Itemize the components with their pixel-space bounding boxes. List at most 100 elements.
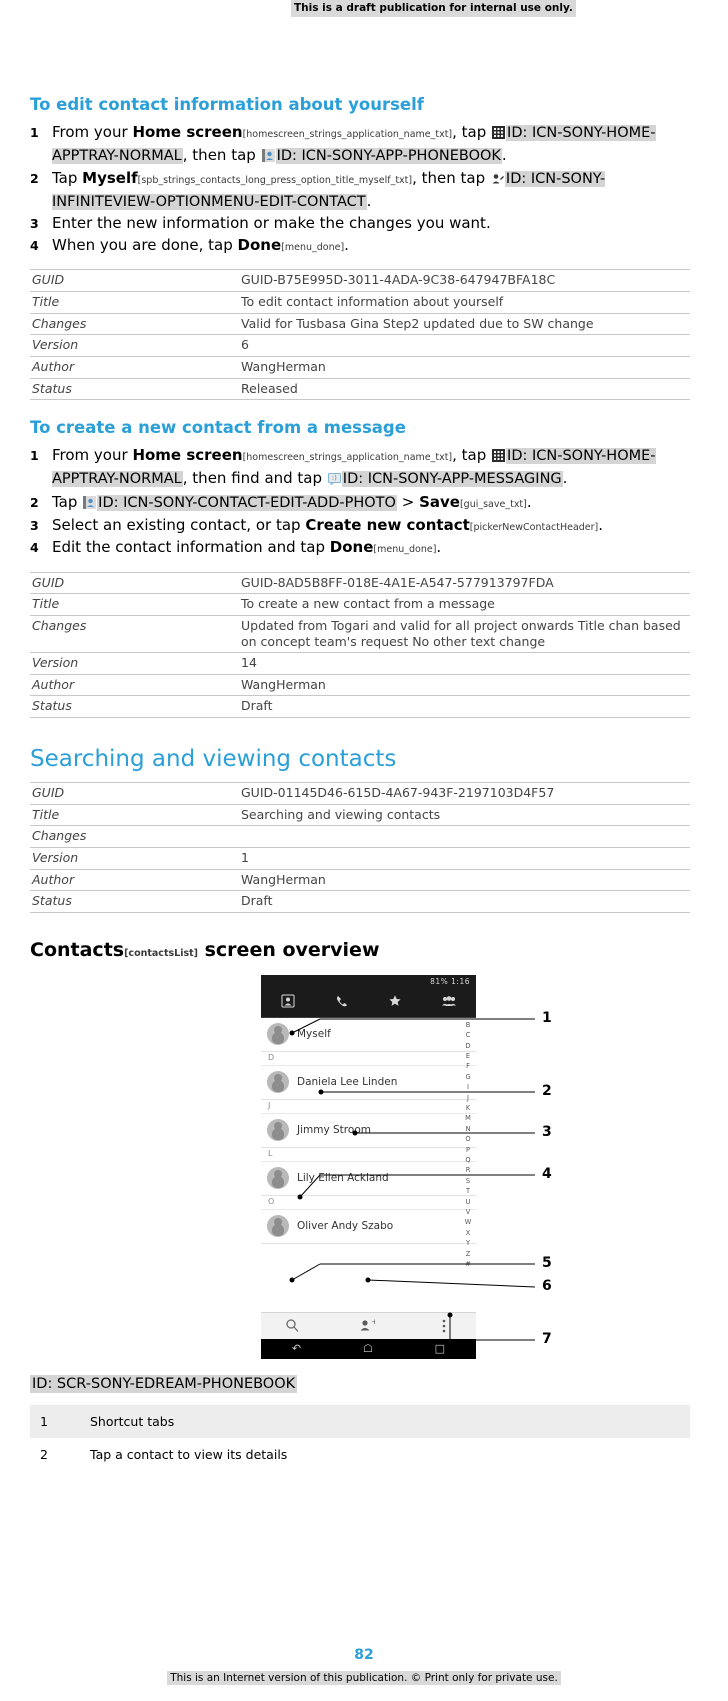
alphabet-index-letter[interactable]: I: [463, 1082, 473, 1092]
callout-6: 6: [542, 1277, 552, 1294]
alphabet-index-letter[interactable]: C: [463, 1030, 473, 1040]
table-row: GUID GUID-01145D46-615D-4A67-943F-2197103…: [30, 782, 690, 805]
search-icon[interactable]: [285, 1318, 300, 1337]
meta-value: [239, 826, 690, 848]
list-item[interactable]: Myself: [261, 1018, 476, 1052]
table-row: Status Draft: [30, 891, 690, 913]
contact-name: Myself: [297, 1028, 331, 1041]
meta-key: Version: [32, 337, 79, 353]
home-icon[interactable]: ☖: [363, 1342, 373, 1355]
step-text: Select an existing contact, or tap Creat…: [52, 515, 690, 536]
table-row: Version 1: [30, 847, 690, 869]
string-id-tag: [spb_strings_contacts_long_press_option_…: [137, 175, 413, 187]
meta-value: GUID-B75E995D-3011-4ADA-9C38-647947BFA18…: [241, 272, 556, 288]
alphabet-index-letter[interactable]: N: [463, 1124, 473, 1134]
recents-icon[interactable]: □: [435, 1342, 445, 1355]
alphabet-index-letter[interactable]: T: [463, 1186, 473, 1196]
phone-status-bar: 81% 1:16: [261, 974, 476, 989]
screen-id-reference: ID: SCR-SONY-EDREAM-PHONEBOOK: [30, 1374, 298, 1393]
overflow-menu-icon[interactable]: [441, 1318, 447, 1338]
alphabet-index-letter[interactable]: R: [463, 1165, 473, 1175]
alphabet-index-letter[interactable]: W: [463, 1217, 473, 1227]
steps-list-create-contact: 1 From your Home screen[homescreen_strin…: [30, 445, 690, 557]
alphabet-index-letter[interactable]: Y: [463, 1238, 473, 1248]
step-number: 2: [30, 171, 39, 187]
meta-value: 14: [241, 655, 257, 671]
phone-bottom-bar[interactable]: +: [261, 1311, 476, 1339]
apptray-grid-icon: [492, 124, 506, 145]
back-icon[interactable]: ↶: [292, 1342, 301, 1355]
list-item[interactable]: Daniela Lee Linden: [261, 1066, 476, 1100]
table-row: Changes: [30, 826, 690, 848]
table-row: Changes Valid for Tusbasa Gina Step2 upda…: [30, 313, 690, 335]
step-text-fragment: From your: [52, 446, 133, 465]
alphabet-index-letter[interactable]: U: [463, 1197, 473, 1207]
alphabet-index-letter[interactable]: J: [463, 1093, 473, 1103]
step-text: Edit the contact information and tap Don…: [52, 537, 690, 558]
step-text-fragment: When you are done, tap: [52, 235, 238, 254]
apptray-grid-icon: [492, 447, 506, 468]
phone-shortcut-tabs[interactable]: [261, 988, 476, 1018]
alphabet-index-letter[interactable]: O: [463, 1134, 473, 1144]
step-number: 4: [30, 237, 39, 253]
list-item[interactable]: Jimmy Stroom: [261, 1114, 476, 1148]
step-text: Enter the new information or make the ch…: [52, 214, 491, 233]
step-text-fragment: , tap: [452, 123, 492, 141]
ui-label-save: Save: [419, 492, 460, 511]
alphabet-index-letter[interactable]: X: [463, 1228, 473, 1238]
ui-label-myself: Myself: [82, 169, 138, 188]
meta-key: Author: [32, 676, 75, 692]
step-number: 4: [30, 539, 39, 555]
meta-value: Searching and viewing contacts: [241, 806, 441, 822]
android-nav-bar[interactable]: ↶ ☖ □: [261, 1338, 476, 1359]
step-text: Tap ID: ICN-SONY-CONTACT-EDIT-ADD-PHOTO …: [52, 492, 690, 515]
ui-label-home-screen: Home screen: [132, 446, 243, 465]
alphabet-index-letter[interactable]: G: [463, 1072, 473, 1082]
alphabet-index-letter[interactable]: P: [463, 1145, 473, 1155]
meta-key: Status: [32, 380, 72, 396]
meta-value: 1: [241, 849, 249, 865]
favorites-tab-icon[interactable]: [369, 994, 423, 1011]
alphabet-index-letter[interactable]: F: [463, 1061, 473, 1071]
phone-mockup: 81% 1:16 Myself D Daniela Lee Linden J J…: [261, 974, 476, 1359]
meta-key: Changes: [32, 828, 87, 844]
phonebook-person-icon: [261, 147, 275, 168]
add-photo-icon: [83, 494, 97, 515]
meta-key: Version: [32, 849, 79, 865]
alphabet-index-letter[interactable]: #: [463, 1259, 473, 1269]
step-item: 1 From your Home screen[homescreen_strin…: [30, 445, 690, 490]
alphabet-index-letter[interactable]: E: [463, 1051, 473, 1061]
string-id-tag: [contactsList]: [124, 947, 198, 959]
section-title-create-contact: To create a new contact from a message: [30, 418, 406, 438]
alphabet-index-letter[interactable]: D: [463, 1041, 473, 1051]
list-section-letter: L: [261, 1148, 476, 1162]
calls-tab-icon[interactable]: [315, 994, 369, 1011]
edit-contact-icon: [491, 170, 504, 191]
alphabet-index-letter[interactable]: V: [463, 1207, 473, 1217]
list-item[interactable]: Oliver Andy Szabo: [261, 1210, 476, 1244]
alphabet-index-letter[interactable]: K: [463, 1103, 473, 1113]
list-item[interactable]: Lily Ellen Ackland: [261, 1162, 476, 1196]
legend-number: 2: [40, 1446, 48, 1462]
contacts-list[interactable]: Myself D Daniela Lee Linden J Jimmy Stro…: [261, 1017, 476, 1312]
alphabet-index-letter[interactable]: B: [463, 1020, 473, 1030]
table-row: 2 Tap a contact to view its details: [30, 1438, 690, 1471]
alphabet-index-letter[interactable]: Z: [463, 1249, 473, 1259]
groups-tab-icon[interactable]: [422, 994, 476, 1011]
meta-value: GUID-8AD5B8FF-018E-4A1E-A547-577913797FD…: [241, 574, 554, 590]
alphabet-index[interactable]: B C D E F G I J K M N O P Q R S T U V W X Y Z #: [463, 1020, 473, 1270]
metadata-table-edit-contact: GUID GUID-B75E995D-3011-4ADA-9C38-647947B…: [30, 269, 690, 400]
meta-key: Title: [32, 596, 60, 612]
ui-label-done: Done: [329, 537, 374, 556]
step-text-fragment: From your: [52, 123, 133, 141]
metadata-table-chapter: GUID GUID-01145D46-615D-4A67-943F-2197103…: [30, 782, 690, 913]
meta-key: Status: [32, 893, 72, 909]
alphabet-index-letter[interactable]: M: [463, 1113, 473, 1123]
contacts-tab-icon[interactable]: [261, 994, 315, 1011]
alphabet-index-letter[interactable]: S: [463, 1176, 473, 1186]
draft-banner: This is a draft publication for internal…: [291, 0, 576, 17]
alphabet-index-letter[interactable]: Q: [463, 1155, 473, 1165]
meta-key: Version: [32, 655, 79, 671]
add-contact-icon[interactable]: +: [359, 1318, 378, 1337]
callout-1: 1: [542, 1009, 552, 1026]
